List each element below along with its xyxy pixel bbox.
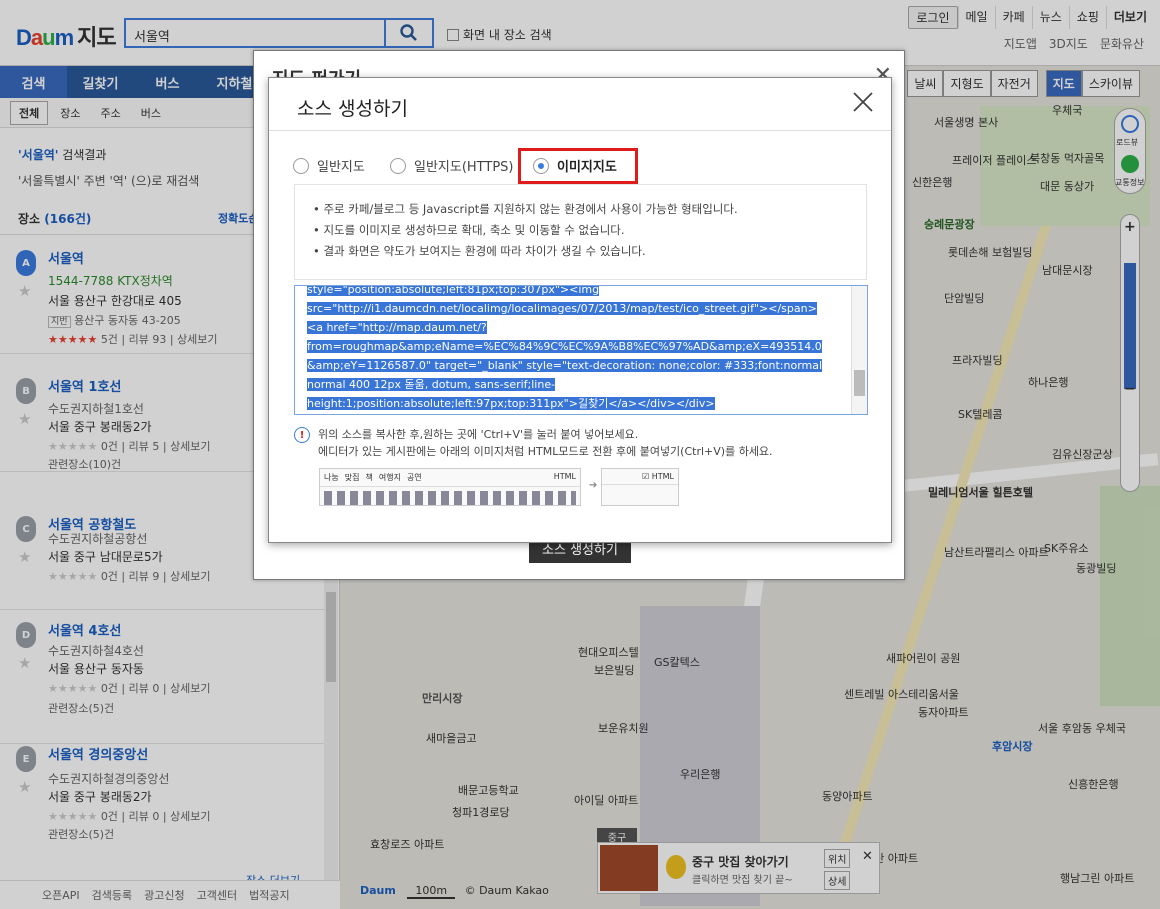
- notice-box: • 주로 카페/블로그 등 Javascript를 지원하지 않는 환경에서 사…: [294, 184, 867, 280]
- hint-line-2: 에디터가 있는 게시판에는 아래의 이미지처럼 HTML모드로 전환 후에 붙여…: [318, 445, 773, 458]
- radio-normal-map[interactable]: 일반지도: [293, 156, 365, 175]
- notice-line: • 결과 화면은 약도가 보여지는 환경에 따라 차이가 생길 수 있습니다.: [313, 244, 646, 258]
- source-dialog-title: 소스 생성하기: [297, 98, 408, 120]
- radio-circle[interactable]: [293, 157, 309, 174]
- source-code-textarea[interactable]: style="position:absolute;left:81px;top:3…: [294, 285, 868, 415]
- notice-line: • 지도를 이미지로 생성하므로 확대, 축소 및 이동할 수 없습니다.: [313, 223, 625, 237]
- radio-image-map[interactable]: 이미지지도: [533, 156, 617, 175]
- source-dialog: 소스 생성하기 일반지도 일반지도(HTTPS) 이미지지도 • 주로 카페/블…: [268, 77, 892, 543]
- notice-line: • 주로 카페/블로그 등 Javascript를 지원하지 않는 환경에서 사…: [313, 202, 738, 216]
- radio-https-map[interactable]: 일반지도(HTTPS): [390, 156, 514, 175]
- code-scrollbar[interactable]: [851, 286, 867, 414]
- close-icon[interactable]: [851, 90, 875, 114]
- editor-html-example-image: ☑ HTML: [601, 468, 679, 506]
- editor-example-image: 나눔 맞집 책 여행지 공연 HTML: [319, 468, 581, 506]
- radio-circle-selected[interactable]: [533, 157, 549, 174]
- hint-line-1: 위의 소스를 복사한 후,원하는 곳에 'Ctrl+V'를 눌러 붙여 넣어보세…: [318, 428, 639, 441]
- arrow-icon: ➔: [589, 480, 598, 491]
- radio-circle[interactable]: [390, 157, 406, 174]
- info-icon: !: [294, 427, 310, 443]
- editor-html-toggle: HTML: [553, 472, 576, 481]
- source-code-text: style="position:absolute;left:81px;top:3…: [307, 285, 823, 410]
- editor-toolbar-icons: [324, 491, 576, 505]
- copy-hint: ! 위의 소스를 복사한 후,원하는 곳에 'Ctrl+V'를 눌러 붙여 넣어…: [294, 426, 773, 460]
